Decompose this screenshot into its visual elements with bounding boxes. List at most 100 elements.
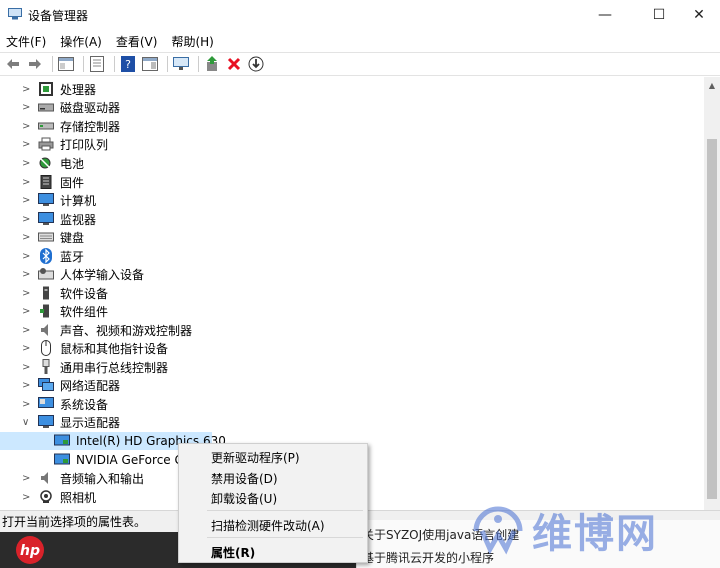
- scrollbar-thumb[interactable]: [707, 139, 717, 499]
- tree-item-label: 键盘: [60, 230, 85, 245]
- disk-icon: [38, 100, 54, 114]
- tree-item-disk[interactable]: > 磁盘驱动器: [0, 98, 120, 116]
- tree-item-label: 监视器: [60, 212, 97, 227]
- chevron-right-icon[interactable]: >: [22, 158, 32, 169]
- tree-item-system-device[interactable]: > 系统设备: [0, 395, 108, 413]
- camera-icon: [38, 490, 54, 504]
- tree-item-usb[interactable]: > 通用串行总线控制器: [0, 358, 168, 376]
- menu-help[interactable]: 帮助(H): [171, 33, 213, 50]
- printer-icon: [38, 137, 54, 151]
- vertical-scrollbar[interactable]: ▲: [704, 77, 720, 510]
- show-hide-icon[interactable]: [141, 55, 159, 73]
- tree-item-network[interactable]: > 网络适配器: [0, 376, 120, 394]
- chevron-right-icon[interactable]: >: [22, 399, 32, 410]
- tree-item-label: 通用串行总线控制器: [60, 360, 169, 375]
- chevron-right-icon[interactable]: >: [22, 380, 32, 391]
- software-component-icon: [38, 304, 54, 318]
- chevron-right-icon[interactable]: >: [22, 102, 32, 113]
- chevron-right-icon[interactable]: >: [22, 214, 32, 225]
- svg-text:?: ?: [125, 58, 131, 71]
- mouse-icon: [38, 340, 54, 356]
- chevron-right-icon[interactable]: >: [22, 195, 32, 206]
- chevron-right-icon[interactable]: >: [22, 269, 32, 280]
- tree-item-hid[interactable]: > 人体学输入设备: [0, 265, 144, 283]
- tree-item-keyboard[interactable]: > 键盘: [0, 228, 84, 246]
- tree-item-label: 软件组件: [60, 304, 109, 319]
- chevron-right-icon[interactable]: >: [22, 251, 32, 262]
- menu-action[interactable]: 操作(A): [60, 33, 102, 50]
- tree-item-label: NVIDIA GeForce GT: [76, 453, 191, 467]
- chevron-right-icon[interactable]: >: [22, 288, 32, 299]
- tree-item-processor[interactable]: > 处理器: [0, 80, 96, 98]
- bluetooth-icon: [38, 248, 54, 264]
- menu-item-scan-hardware[interactable]: 扫描检测硬件改动(A): [211, 517, 325, 534]
- tree-item-nvidia-graphics[interactable]: NVIDIA GeForce GT: [0, 451, 191, 469]
- menu-view[interactable]: 查看(V): [116, 33, 158, 50]
- chevron-right-icon[interactable]: >: [22, 473, 32, 484]
- tree-item-storage-controller[interactable]: > 存储控制器: [0, 117, 120, 135]
- tree-item-label: 鼠标和其他指针设备: [60, 341, 169, 356]
- monitor-icon[interactable]: [172, 55, 190, 73]
- scroll-up-icon[interactable]: ▲: [704, 77, 720, 93]
- chevron-right-icon[interactable]: >: [22, 232, 32, 243]
- chevron-right-icon[interactable]: >: [22, 306, 32, 317]
- properties-pane-icon[interactable]: [57, 55, 75, 73]
- tree-item-sound[interactable]: > 声音、视频和游戏控制器: [0, 321, 192, 339]
- monitor-icon: [38, 212, 54, 226]
- menu-item-update-driver[interactable]: 更新驱动程序(P): [211, 449, 300, 466]
- tree-item-label: 蓝牙: [60, 249, 85, 264]
- tree-item-computer[interactable]: > 计算机: [0, 191, 96, 209]
- menu-item-disable-device[interactable]: 禁用设备(D): [211, 470, 278, 487]
- tree-item-firmware[interactable]: > 固件: [0, 173, 84, 191]
- download-icon[interactable]: [247, 55, 265, 73]
- menu-separator: [207, 510, 363, 511]
- chevron-right-icon[interactable]: >: [22, 325, 32, 336]
- window-title: 设备管理器: [28, 9, 89, 23]
- tree-item-label: 声音、视频和游戏控制器: [60, 323, 193, 338]
- chevron-right-icon[interactable]: >: [22, 139, 32, 150]
- keyboard-icon: [38, 230, 54, 244]
- software-device-icon: [38, 286, 54, 300]
- menu-item-uninstall-device[interactable]: 卸载设备(U): [211, 490, 277, 507]
- tree-item-monitor[interactable]: > 监视器: [0, 210, 96, 228]
- tree-item-print-queue[interactable]: > 打印队列: [0, 135, 108, 153]
- display-adapter-icon: [38, 415, 54, 429]
- chevron-right-icon[interactable]: >: [22, 121, 32, 132]
- toolbar-separator: [52, 56, 53, 72]
- minimize-button[interactable]: —: [582, 0, 628, 30]
- audio-io-icon: [38, 471, 54, 485]
- battery-icon: [38, 156, 54, 170]
- back-icon[interactable]: [4, 55, 22, 73]
- chevron-down-icon[interactable]: ∨: [22, 417, 32, 428]
- chevron-right-icon[interactable]: >: [22, 84, 32, 95]
- tree-item-software-component[interactable]: > 软件组件: [0, 302, 108, 320]
- display-adapter-icon: [54, 434, 70, 448]
- console-icon[interactable]: [88, 55, 106, 73]
- forward-icon[interactable]: [26, 55, 44, 73]
- hp-logo-icon: hp: [4, 532, 56, 568]
- tree-item-label: 照相机: [60, 490, 97, 505]
- menu-item-properties[interactable]: 属性(R): [211, 544, 255, 561]
- tree-item-mouse[interactable]: > 鼠标和其他指针设备: [0, 339, 168, 357]
- tree-item-bluetooth[interactable]: > 蓝牙: [0, 247, 84, 265]
- toolbar-separator: [114, 56, 115, 72]
- tree-item-camera[interactable]: > 照相机: [0, 488, 96, 506]
- tree-item-label: 软件设备: [60, 286, 109, 301]
- chevron-right-icon[interactable]: >: [22, 492, 32, 503]
- tree-item-label: 网络适配器: [60, 378, 121, 393]
- uninstall-icon[interactable]: [225, 55, 243, 73]
- help-icon[interactable]: ?: [119, 55, 137, 73]
- chevron-right-icon[interactable]: >: [22, 362, 32, 373]
- tree-item-label: 处理器: [60, 82, 97, 97]
- menu-file[interactable]: 文件(F): [6, 33, 46, 50]
- tree-item-label: 系统设备: [60, 397, 109, 412]
- chevron-right-icon[interactable]: >: [22, 343, 32, 354]
- close-button[interactable]: ✕: [676, 0, 720, 30]
- tree-item-battery[interactable]: > 电池: [0, 154, 84, 172]
- toolbar: ?: [0, 52, 720, 76]
- tree-item-software-device[interactable]: > 软件设备: [0, 284, 108, 302]
- chevron-right-icon[interactable]: >: [22, 177, 32, 188]
- tree-item-audio-io[interactable]: > 音频输入和输出: [0, 469, 144, 487]
- tree-item-display-adapter[interactable]: ∨ 显示适配器: [0, 413, 120, 431]
- update-driver-icon[interactable]: [203, 55, 221, 73]
